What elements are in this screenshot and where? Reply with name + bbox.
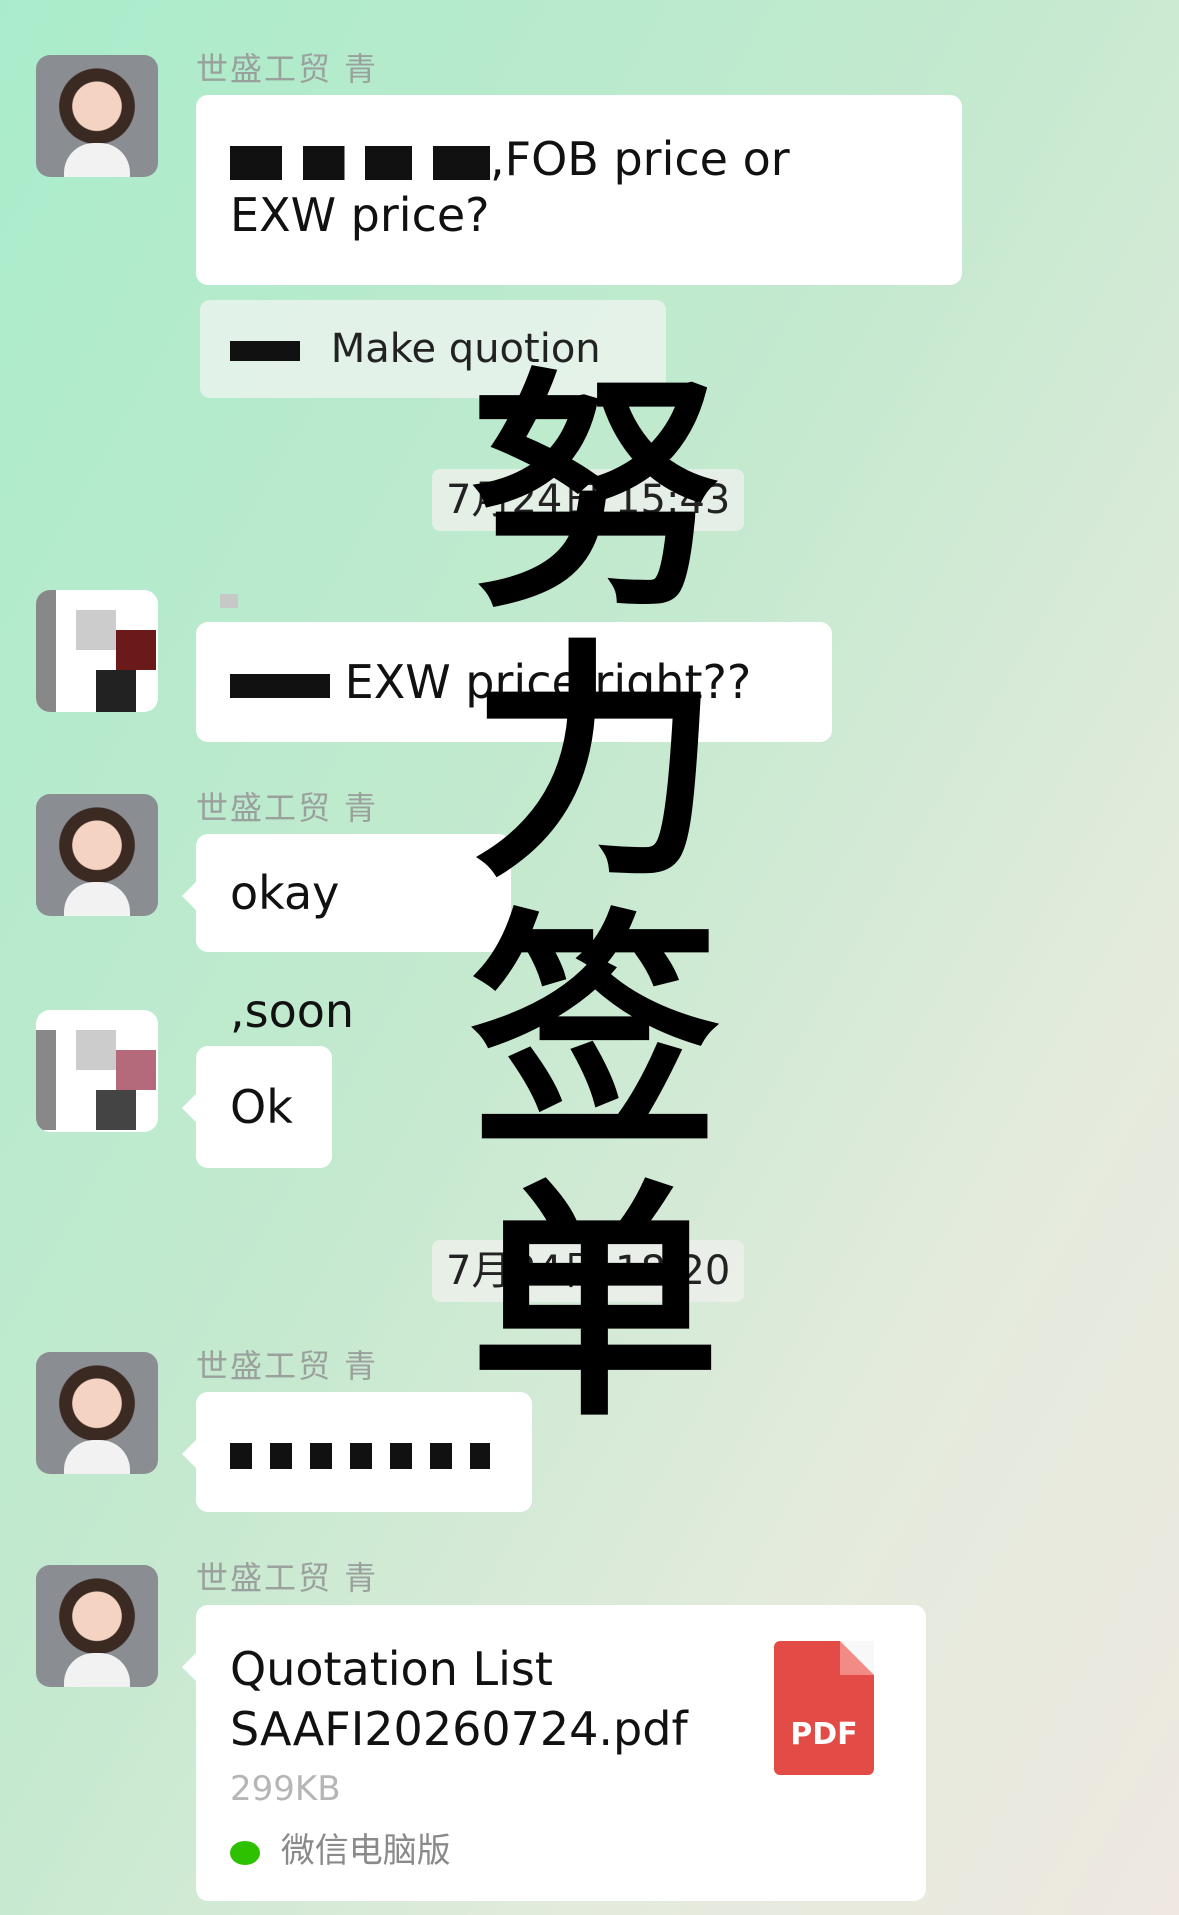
message-bubble[interactable]: ,FOB price or EXW price? (196, 95, 962, 285)
sender-name: 世盛工贸 青 (196, 1559, 379, 1597)
file-card[interactable]: Quotation List SAAFI20260724.pdf 299KB 微… (182, 1605, 926, 1901)
avatar[interactable] (36, 1565, 158, 1687)
pixelated-block (116, 630, 156, 670)
redacted-text (230, 1442, 490, 1469)
message-text: EXW price? (230, 188, 490, 242)
message-bubble[interactable]: okay ,soon (182, 834, 511, 1038)
sender-name-redacted (220, 594, 238, 608)
source-app: 微信电脑版 (230, 1823, 451, 1879)
avatar[interactable] (36, 794, 158, 916)
message-bubble[interactable]: Ok (182, 1046, 332, 1168)
pixelated-block (96, 1090, 136, 1130)
pixelated-block (96, 670, 136, 712)
redacted-text (230, 145, 490, 180)
message-text: okay ,soon (230, 866, 355, 1038)
pixelated-block (36, 590, 56, 712)
message-text: Ok (230, 1080, 293, 1134)
avatar[interactable] (36, 1010, 158, 1132)
source-app-label: 微信电脑版 (280, 1831, 451, 1871)
overlay-char: 努 (470, 349, 720, 640)
avatar[interactable] (36, 590, 158, 712)
pixelated-block (116, 1050, 156, 1090)
pixelated-block (76, 610, 116, 650)
sender-name: 世盛工贸 青 (196, 1347, 379, 1385)
pixelated-block (76, 1030, 116, 1070)
message-line: ,FOB price or (230, 131, 928, 187)
wechat-icon (230, 1840, 260, 1865)
overlay-char: 签 (470, 889, 720, 1180)
pdf-file-icon: PDF (774, 1641, 874, 1775)
redacted-text (230, 673, 330, 698)
pixelated-block (36, 1030, 56, 1130)
sender-name: 世盛工贸 青 (196, 50, 379, 88)
message-text: ,FOB price or (490, 132, 790, 186)
overlay-char: 单 (470, 1159, 720, 1450)
overlay-char: 力 (470, 619, 720, 910)
avatar[interactable] (36, 1352, 158, 1474)
sender-name: 世盛工贸 青 (196, 789, 379, 827)
avatar[interactable] (36, 55, 158, 177)
pdf-label: PDF (790, 1717, 858, 1752)
redacted-text (230, 341, 300, 361)
